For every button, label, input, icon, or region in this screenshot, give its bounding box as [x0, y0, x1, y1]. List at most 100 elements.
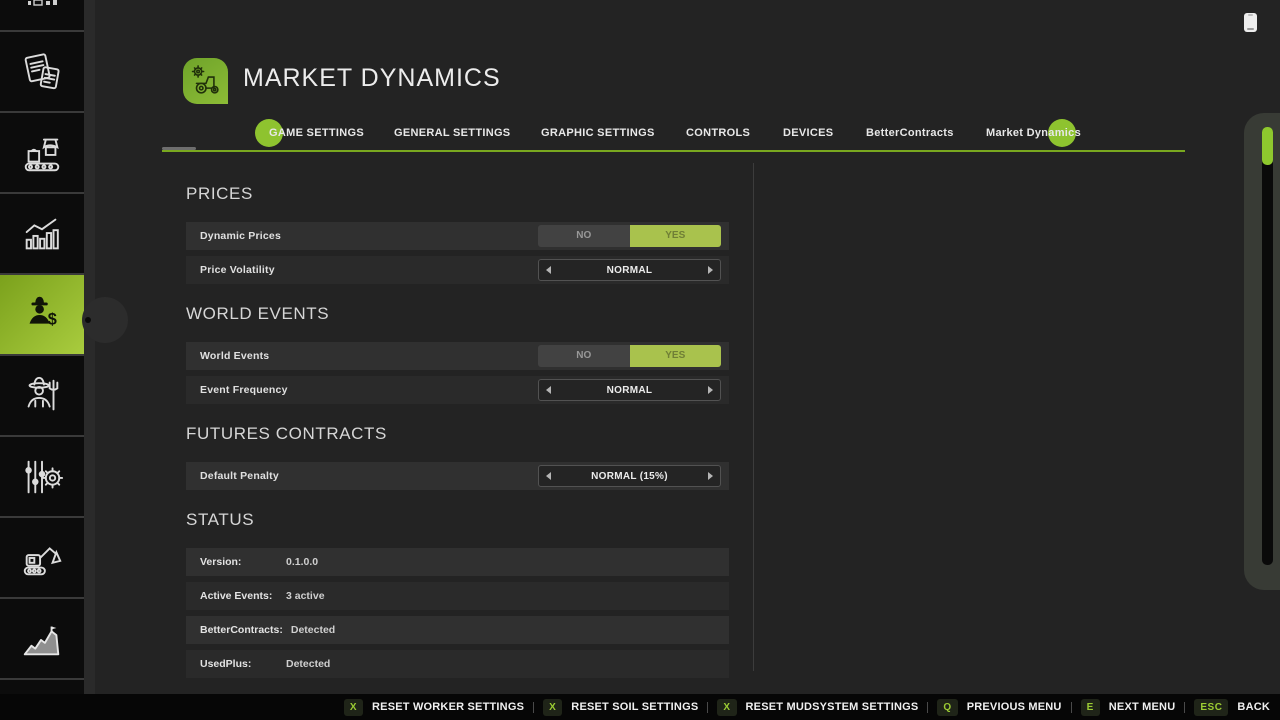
- farmer-pitchfork-icon: [19, 373, 65, 419]
- scrollbar-thumb[interactable]: [1262, 127, 1273, 165]
- sidebar-item-tweaks[interactable]: [0, 437, 84, 518]
- footer-divider: [533, 702, 534, 713]
- status-row-active-events: Active Events: 3 active: [186, 582, 729, 610]
- terrain-chart-icon: [19, 616, 65, 662]
- tab-bettercontracts[interactable]: BetterContracts: [866, 124, 954, 142]
- arrow-right-icon[interactable]: [708, 472, 713, 480]
- production-conveyor-icon: [19, 130, 65, 176]
- phone-icon: [1244, 13, 1257, 32]
- settings-panel: PRICES Dynamic Prices NO YES Price Volat…: [186, 184, 729, 684]
- price-volatility-selector[interactable]: NORMAL: [538, 259, 721, 281]
- toggle-yes-button[interactable]: YES: [630, 345, 722, 367]
- setting-label: Event Frequency: [200, 384, 288, 396]
- selector-value: NORMAL: [607, 265, 653, 276]
- scrollbar-track[interactable]: [1262, 127, 1273, 565]
- tab-market-dynamics[interactable]: Market Dynamics: [986, 124, 1081, 142]
- previous-menu-button[interactable]: Q PREVIOUS MENU: [937, 699, 1061, 716]
- key-badge-x: X: [543, 699, 562, 716]
- arrow-left-icon[interactable]: [546, 386, 551, 394]
- sidebar-item-production[interactable]: [0, 113, 84, 194]
- contracts-documents-icon: [19, 49, 65, 95]
- arrow-right-icon[interactable]: [708, 386, 713, 394]
- arrow-left-icon[interactable]: [546, 266, 551, 274]
- selector-value: NORMAL: [607, 385, 653, 396]
- setting-row-dynamic-prices: Dynamic Prices NO YES: [186, 222, 729, 250]
- event-frequency-selector[interactable]: NORMAL: [538, 379, 721, 401]
- selector-value: NORMAL (15%): [591, 471, 668, 482]
- sidebar-item-truncated[interactable]: [0, 0, 84, 32]
- footer-hotkey-bar: X RESET WORKER SETTINGS X RESET SOIL SET…: [0, 694, 1280, 720]
- sidebar-item-farmer[interactable]: [0, 356, 84, 437]
- footer-divider: [707, 702, 708, 713]
- dynamic-prices-toggle: NO YES: [538, 225, 721, 247]
- sidebar-item-market-dynamics[interactable]: $: [0, 275, 84, 356]
- section-title-futures-contracts: FUTURES CONTRACTS: [186, 424, 729, 444]
- setting-label: Dynamic Prices: [200, 230, 281, 242]
- footer-label: BACK: [1237, 701, 1270, 713]
- footer-label: RESET SOIL SETTINGS: [571, 701, 698, 713]
- toggle-yes-button[interactable]: YES: [630, 225, 722, 247]
- section-title-world-events: WORLD EVENTS: [186, 304, 729, 324]
- sidebar-item-terrain[interactable]: [0, 599, 84, 680]
- status-row-bettercontracts: BetterContracts: Detected: [186, 616, 729, 644]
- sidebar-item-statistics[interactable]: [0, 194, 84, 275]
- sliders-gear-icon: [19, 454, 65, 500]
- tab-controls[interactable]: CONTROLS: [686, 124, 750, 142]
- status-value: Detected: [286, 658, 330, 670]
- default-penalty-selector[interactable]: NORMAL (15%): [538, 465, 721, 487]
- footer-label: PREVIOUS MENU: [967, 701, 1062, 713]
- market-dynamics-settings-screen: $: [0, 0, 1280, 720]
- arrow-right-icon[interactable]: [708, 266, 713, 274]
- status-label: Version:: [200, 556, 278, 568]
- key-badge-x: X: [344, 699, 363, 716]
- status-label: BetterContracts:: [200, 624, 283, 636]
- reset-soil-settings-button[interactable]: X RESET SOIL SETTINGS: [543, 699, 698, 716]
- section-title-status: STATUS: [186, 510, 729, 530]
- next-menu-button[interactable]: E NEXT MENU: [1081, 699, 1176, 716]
- svg-text:$: $: [48, 310, 57, 328]
- footer-divider: [927, 702, 928, 713]
- sidebar: $: [0, 0, 84, 694]
- footer-label: NEXT MENU: [1109, 701, 1176, 713]
- selected-tab-pointer-icon: [85, 317, 91, 323]
- status-label: Active Events:: [200, 590, 278, 602]
- toggle-no-button[interactable]: NO: [538, 345, 630, 367]
- status-value: Detected: [291, 624, 335, 636]
- key-badge-q: Q: [937, 699, 957, 716]
- sidebar-item-contracts[interactable]: [0, 32, 84, 113]
- tab-game-settings[interactable]: GAME SETTINGS: [269, 124, 364, 142]
- tab-underline: [162, 150, 1185, 152]
- setting-label: World Events: [200, 350, 269, 362]
- page-title: MARKET DYNAMICS: [243, 64, 501, 93]
- key-badge-e: E: [1081, 699, 1100, 716]
- market-dynamics-farmer-money-icon: $: [19, 292, 65, 338]
- back-button[interactable]: ESC BACK: [1194, 699, 1270, 716]
- toggle-no-button[interactable]: NO: [538, 225, 630, 247]
- section-title-prices: PRICES: [186, 184, 729, 204]
- statistics-bars-icon: [19, 211, 65, 257]
- excavator-icon: [19, 535, 65, 581]
- arrow-left-icon[interactable]: [546, 472, 551, 480]
- status-value: 3 active: [286, 590, 325, 602]
- tab-devices[interactable]: DEVICES: [783, 124, 833, 142]
- key-badge-x: X: [717, 699, 736, 716]
- sidebar-item-excavator[interactable]: [0, 518, 84, 599]
- sidebar-gutter: [84, 0, 95, 694]
- tractor-gear-icon: [187, 62, 225, 100]
- app-icon: [183, 58, 228, 104]
- tab-general-settings[interactable]: GENERAL SETTINGS: [394, 124, 510, 142]
- tab-graphic-settings[interactable]: GRAPHIC SETTINGS: [541, 124, 655, 142]
- world-events-toggle: NO YES: [538, 345, 721, 367]
- status-row-usedplus: UsedPlus: Detected: [186, 650, 729, 678]
- footer-divider: [1071, 702, 1072, 713]
- reset-worker-settings-button[interactable]: X RESET WORKER SETTINGS: [344, 699, 524, 716]
- column-divider: [753, 163, 754, 671]
- truncated-top-icon: [22, 0, 62, 12]
- reset-mudsystem-settings-button[interactable]: X RESET MUDSYSTEM SETTINGS: [717, 699, 918, 716]
- footer-label: RESET WORKER SETTINGS: [372, 701, 524, 713]
- status-value: 0.1.0.0: [286, 556, 318, 568]
- setting-row-event-frequency: Event Frequency NORMAL: [186, 376, 729, 404]
- setting-label: Price Volatility: [200, 264, 275, 276]
- footer-label: RESET MUDSYSTEM SETTINGS: [746, 701, 919, 713]
- setting-row-default-penalty: Default Penalty NORMAL (15%): [186, 462, 729, 490]
